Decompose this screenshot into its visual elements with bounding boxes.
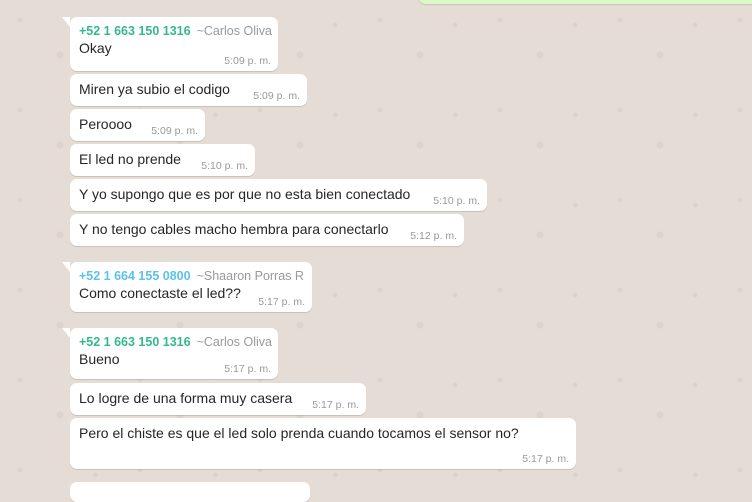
sender-alias: ~Carlos Oliva — [196, 24, 272, 38]
message-bubble[interactable]: El led no prende 5:10 p. m. — [70, 144, 255, 176]
message-time: 5:09 p. m. — [253, 90, 300, 102]
sender-phone[interactable]: +52 1 664 155 0800 — [79, 269, 191, 283]
message-text: Pero el chiste es que el led solo prenda… — [79, 425, 519, 441]
message-time: 5:17 p. m. — [312, 399, 359, 411]
message-time: 5:09 p. m. — [151, 125, 198, 137]
message-time: 5:12 p. m. — [410, 230, 457, 242]
message-time: 5:17 p. m. — [224, 363, 271, 375]
message-time: 5:17 p. m. — [522, 453, 569, 465]
message-sender: +52 1 663 150 1316 ~Carlos Oliva — [79, 23, 272, 39]
message-time: 5:17 p. m. — [258, 296, 305, 308]
message-time: 5:09 p. m. — [224, 55, 271, 67]
sender-phone[interactable]: +52 1 663 150 1316 — [79, 24, 191, 38]
outgoing-message-bubble-partial[interactable] — [418, 0, 752, 4]
sender-phone[interactable]: +52 1 663 150 1316 — [79, 335, 191, 349]
message-bubble[interactable]: Miren ya subio el codigo 5:09 p. m. — [70, 74, 307, 106]
message-time: 5:10 p. m. — [433, 195, 480, 207]
message-bubble-partial[interactable] — [70, 482, 310, 502]
message-bubble[interactable]: Y no tengo cables macho hembra para cone… — [70, 214, 464, 246]
message-text: Y yo supongo que es por que no esta bien… — [79, 186, 411, 202]
message-sender: +52 1 663 150 1316 ~Carlos Oliva — [79, 334, 272, 350]
message-bubble[interactable]: +52 1 664 155 0800 ~Shaaron Porras R Como… — [62, 262, 312, 312]
message-text: Y no tengo cables macho hembra para cone… — [79, 221, 389, 237]
sender-alias: ~Shaaron Porras R — [196, 269, 304, 283]
message-sender: +52 1 664 155 0800 ~Shaaron Porras R — [79, 268, 304, 284]
message-bubble[interactable]: +52 1 663 150 1316 ~Carlos Oliva Bueno 5:… — [62, 328, 278, 379]
message-bubble[interactable]: Lo logre de una forma muy casera 5:17 p.… — [70, 383, 366, 415]
message-bubble[interactable]: Y yo supongo que es por que no esta bien… — [70, 179, 487, 211]
message-bubble[interactable]: Peroooo 5:09 p. m. — [70, 109, 205, 141]
message-time: 5:10 p. m. — [201, 160, 248, 172]
message-bubble[interactable]: +52 1 663 150 1316 ~Carlos Oliva Okay 5:0… — [62, 17, 278, 71]
message-bubble[interactable]: Pero el chiste es que el led solo prenda… — [70, 418, 576, 469]
sender-alias: ~Carlos Oliva — [196, 335, 272, 349]
